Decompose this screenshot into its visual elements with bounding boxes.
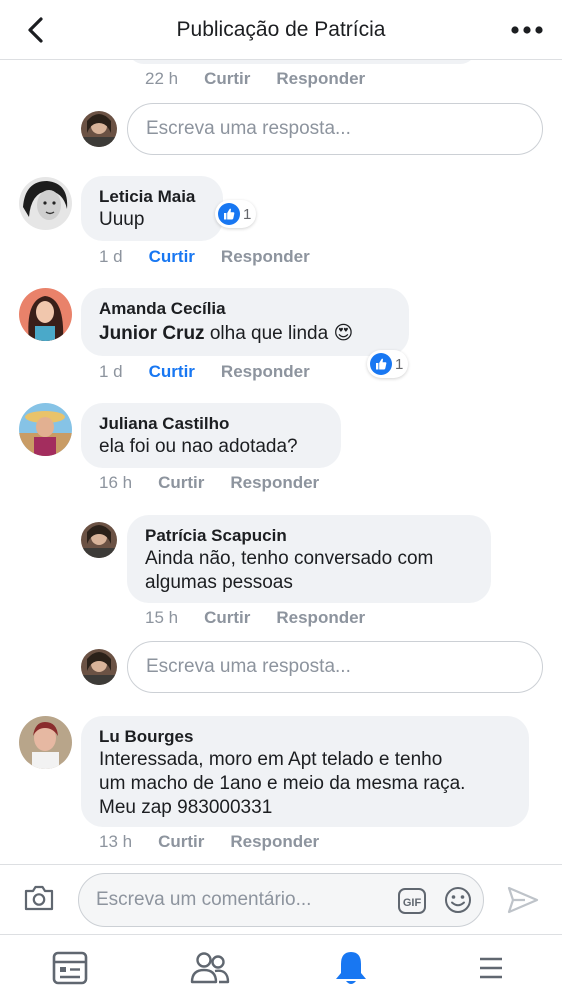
previous-reply-bubble (127, 60, 477, 64)
reply-input[interactable]: Escreva uma resposta... (127, 641, 543, 693)
like-button[interactable]: Curtir (149, 247, 195, 267)
send-icon[interactable] (507, 885, 539, 920)
timestamp: 1 d (99, 247, 123, 266)
bottom-tab-bar (0, 934, 562, 1000)
timestamp: 16 h (99, 473, 133, 492)
avatar[interactable] (19, 716, 72, 769)
avatar[interactable] (19, 177, 72, 230)
comment-author[interactable]: Amanda Cecília (99, 298, 391, 320)
page-title: Publicação de Patrícia (176, 18, 386, 41)
reaction-badge[interactable]: 1 (367, 350, 409, 378)
gif-icon-label: GIF (403, 897, 422, 909)
avatar[interactable] (19, 288, 72, 341)
reply-bubble[interactable]: Patrícia Scapucin Ainda não, tenho conve… (127, 515, 491, 603)
comment-composer: Escreva um comentário... GIF (0, 864, 562, 934)
camera-icon[interactable] (23, 884, 55, 917)
comment-text-line: Interessada, moro em Apt telado e tenho (99, 749, 443, 770)
comment-text-line: Ainda não, tenho conversado com (145, 548, 434, 569)
comment-body: olha que linda (204, 323, 329, 344)
gif-icon[interactable]: GIF (397, 887, 427, 920)
tab-news-feed[interactable] (0, 935, 140, 1000)
comment-author[interactable]: Lu Bourges (99, 726, 511, 748)
reply-button[interactable]: Responder (276, 608, 365, 628)
more-options-icon[interactable] (510, 18, 544, 42)
like-reaction-icon (370, 353, 392, 375)
tab-friends[interactable] (140, 935, 280, 1000)
timestamp: 15 h (145, 608, 179, 627)
timestamp: 1 d (99, 362, 123, 381)
hamburger-menu-icon (480, 957, 502, 979)
avatar (81, 111, 117, 147)
comment-meta: 16 h Curtir Responder (99, 473, 319, 493)
comment-bubble[interactable]: Amanda Cecília Junior Cruz olha que lind… (81, 288, 409, 356)
tab-notifications[interactable] (281, 935, 421, 1000)
comment-text: ela foi ou nao adotada? (99, 436, 298, 457)
comment-bubble[interactable]: Juliana Castilho ela foi ou nao adotada? (81, 403, 341, 468)
comment-bubble[interactable]: Lu Bourges Interessada, moro em Apt tela… (81, 716, 529, 827)
reaction-count: 1 (243, 205, 252, 223)
reply-button[interactable]: Responder (230, 473, 319, 493)
comment-input-placeholder: Escreva um comentário... (96, 889, 312, 910)
reply-button[interactable]: Responder (221, 362, 310, 382)
reply-button[interactable]: Responder (230, 832, 319, 852)
heart-eyes-emoji: 😍 (333, 323, 354, 344)
comment-author[interactable]: Patrícia Scapucin (145, 525, 473, 547)
emoji-icon[interactable] (443, 885, 473, 920)
like-button[interactable]: Curtir (158, 832, 204, 852)
comment-text: Uuup (99, 209, 145, 230)
reaction-badge[interactable]: 1 (215, 200, 257, 228)
comment-input[interactable]: Escreva um comentário... GIF (78, 873, 484, 927)
comment-bubble[interactable]: Leticia Maia Uuup (81, 176, 223, 241)
avatar[interactable] (81, 522, 117, 558)
timestamp: 22 h (145, 69, 179, 88)
like-button[interactable]: Curtir (158, 473, 204, 493)
previous-reply-meta: 22 h Curtir Responder (145, 69, 365, 89)
comment-text-line: algumas pessoas (145, 572, 293, 593)
mention-link[interactable]: Junior Cruz (99, 323, 205, 344)
reply-button[interactable]: Responder (221, 247, 310, 267)
avatar (81, 649, 117, 685)
tab-menu[interactable] (421, 935, 561, 1000)
comments-feed[interactable]: 22 h Curtir Responder Escreva uma respos… (0, 60, 562, 864)
friends-icon (190, 952, 230, 984)
like-reaction-icon (218, 203, 240, 225)
comment-meta: 13 h Curtir Responder (99, 832, 319, 852)
news-feed-icon (52, 951, 88, 985)
comment-text-line: um macho de 1ano e meio da mesma raça. (99, 773, 466, 794)
bell-icon (336, 952, 366, 984)
comment-meta: 1 d Curtir Responder (99, 247, 310, 267)
like-button[interactable]: Curtir (204, 608, 250, 628)
timestamp: 13 h (99, 832, 133, 851)
like-button[interactable]: Curtir (204, 69, 250, 89)
reply-input[interactable]: Escreva uma resposta... (127, 103, 543, 155)
like-button[interactable]: Curtir (149, 362, 195, 382)
comment-author[interactable]: Leticia Maia (99, 186, 205, 208)
comment-author[interactable]: Juliana Castilho (99, 413, 323, 435)
comment-text: Junior Cruz olha que linda 😍 (99, 322, 391, 346)
comment-meta: 1 d Curtir Responder (99, 362, 310, 382)
reaction-count: 1 (395, 355, 404, 373)
top-bar: Publicação de Patrícia (0, 0, 562, 60)
comment-text-line: Meu zap 983000331 (99, 797, 273, 818)
reply-meta: 15 h Curtir Responder (145, 608, 365, 628)
reply-button[interactable]: Responder (276, 69, 365, 89)
avatar[interactable] (19, 403, 72, 456)
